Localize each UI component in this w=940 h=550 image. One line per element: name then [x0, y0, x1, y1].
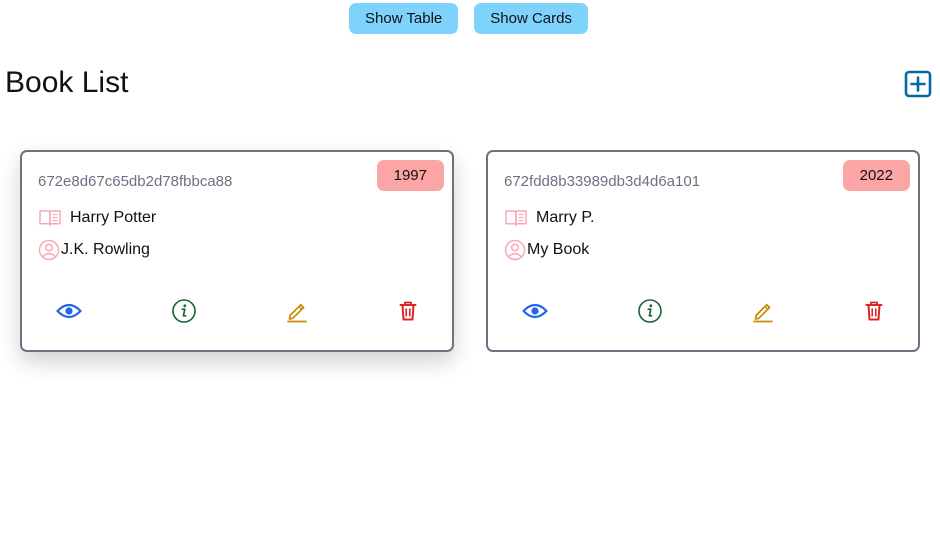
edit-button[interactable] — [750, 298, 776, 324]
eye-icon — [56, 303, 82, 319]
info-circle-icon — [638, 299, 662, 323]
book-title-row: Harry Potter — [38, 208, 156, 228]
book-card-list: 1997 672e8d67c65db2d78fbbca88 Harry Pott… — [20, 150, 920, 352]
view-toggle-group: Show Table Show Cards — [349, 3, 588, 34]
book-card: 1997 672e8d67c65db2d78fbbca88 Harry Pott… — [20, 150, 454, 352]
book-author: J.K. Rowling — [61, 241, 150, 258]
book-card: 2022 672fdd8b33989db3d4d6a101 Marry P. M… — [486, 150, 920, 352]
view-button[interactable] — [56, 298, 82, 324]
year-badge: 1997 — [376, 160, 444, 191]
book-title-row: Marry P. — [504, 208, 594, 228]
book-id: 672fdd8b33989db3d4d6a101 — [504, 173, 701, 190]
show-cards-button[interactable]: Show Cards — [474, 3, 588, 34]
eye-icon — [522, 303, 548, 319]
trash-icon — [399, 301, 417, 321]
pencil-icon — [753, 303, 773, 323]
card-actions — [22, 298, 452, 324]
delete-button[interactable] — [395, 298, 421, 324]
book-title: Marry P. — [536, 209, 595, 226]
card-actions — [488, 298, 918, 324]
plus-square-icon — [904, 70, 932, 98]
page-title: Book List — [5, 66, 129, 99]
year-badge: 2022 — [842, 160, 910, 191]
delete-button[interactable] — [861, 298, 887, 324]
user-circle-icon — [504, 239, 526, 261]
info-button[interactable] — [637, 298, 663, 324]
add-book-button[interactable] — [904, 70, 932, 98]
book-open-icon — [505, 210, 527, 226]
view-button[interactable] — [522, 298, 548, 324]
book-author-row: My Book — [504, 239, 589, 261]
user-circle-icon — [38, 239, 60, 261]
book-title: Harry Potter — [70, 209, 157, 226]
trash-icon — [865, 301, 883, 321]
pencil-icon — [287, 303, 307, 323]
info-button[interactable] — [171, 298, 197, 324]
edit-button[interactable] — [284, 298, 310, 324]
book-open-icon — [39, 210, 61, 226]
info-circle-icon — [172, 299, 196, 323]
book-author-row: J.K. Rowling — [38, 239, 150, 261]
book-id: 672e8d67c65db2d78fbbca88 — [38, 173, 233, 190]
show-table-button[interactable]: Show Table — [349, 3, 459, 34]
book-author: My Book — [527, 241, 590, 258]
